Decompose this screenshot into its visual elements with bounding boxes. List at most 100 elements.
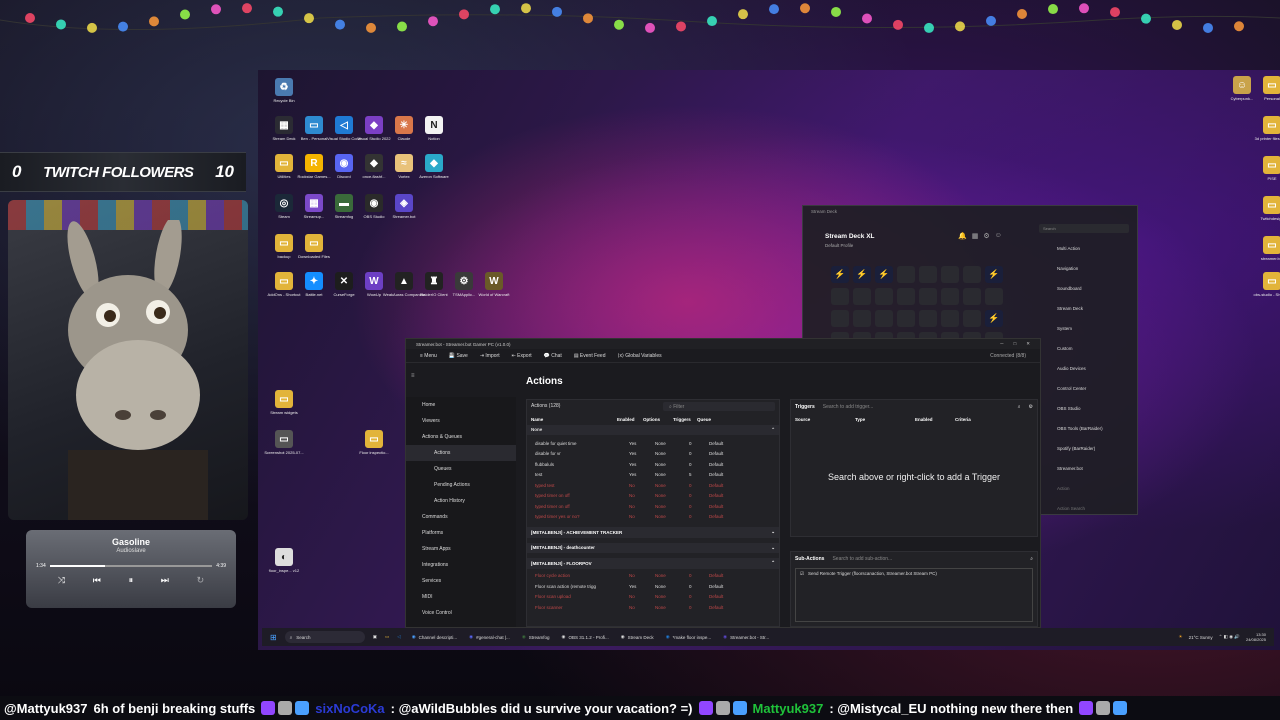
desktop-icon[interactable]: ▭ 3d printer files - S...: [1250, 116, 1280, 141]
column-header[interactable]: Options: [643, 417, 673, 422]
desktop-icon[interactable]: ▭ Floor inspectio...: [352, 430, 396, 455]
nav-item[interactable]: Queues: [406, 461, 516, 477]
column-header[interactable]: Type: [855, 417, 915, 422]
sd-key-empty[interactable]: [897, 310, 915, 327]
action-group[interactable]: [METALBENJI] - ACHIEVEMENT TRACKER ⌄: [527, 527, 779, 538]
bell-icon[interactable]: 🔔: [958, 232, 967, 240]
action-row[interactable]: typed timer on off No None 0 Default: [531, 501, 775, 512]
next-icon[interactable]: ⏭: [161, 575, 169, 586]
desktop-icon[interactable]: ▭ Personal: [1250, 76, 1280, 101]
action-row[interactable]: disable for vr Yes None 0 Default: [531, 449, 775, 460]
nav-item[interactable]: Pending Actions: [406, 477, 516, 493]
sd-category[interactable]: Action: [1039, 478, 1134, 498]
maximize-icon[interactable]: □: [1014, 341, 1017, 347]
nav-item[interactable]: Services: [406, 573, 516, 589]
desktop-icon[interactable]: ▭ Downloaded Files: [292, 234, 336, 259]
chevron-up-icon[interactable]: ⌃: [771, 560, 775, 566]
repeat-icon[interactable]: ↻: [197, 575, 205, 586]
desktop-icon[interactable]: N Notion: [412, 116, 456, 141]
gear-icon[interactable]: ⚙: [983, 232, 989, 240]
desktop-icon[interactable]: ◈ Streamer.bot: [382, 194, 426, 219]
windows-start-icon[interactable]: ⊞: [270, 633, 277, 642]
desktop-icon[interactable]: W World of Warcraft: [472, 272, 516, 297]
action-row[interactable]: typed test No None 0 Default: [531, 480, 775, 491]
sd-key-empty[interactable]: [963, 288, 981, 305]
nav-item[interactable]: Actions & Queues: [406, 429, 516, 445]
menu-item[interactable]: ⇤ Export: [512, 353, 532, 359]
sd-key-streamerbot[interactable]: ⚡: [985, 266, 1003, 283]
sd-key-empty[interactable]: [985, 288, 1003, 305]
sd-category[interactable]: Navigation: [1039, 258, 1134, 278]
sd-key-empty[interactable]: [875, 288, 893, 305]
action-row[interactable]: typed timer yes or no? No None 0 Default: [531, 512, 775, 523]
trigger-search-input[interactable]: Search to add trigger...: [823, 404, 1010, 410]
desktop-icon[interactable]: ♻ Recycle Bin: [262, 78, 306, 103]
desktop-icon[interactable]: ▭ PISE: [1250, 156, 1280, 181]
search-icon[interactable]: ⌕: [1018, 404, 1021, 410]
sd-category[interactable]: Audio Devices: [1039, 358, 1134, 378]
menu-item[interactable]: ⇥ Import: [480, 353, 500, 359]
subaction-search-input[interactable]: Search to add sub-action...: [832, 556, 1022, 562]
taskbar-app[interactable]: ◉ #general-chat |...: [466, 634, 513, 640]
sd-key-empty[interactable]: [963, 310, 981, 327]
nav-item[interactable]: Actions: [406, 445, 516, 461]
sd-key-empty[interactable]: [919, 288, 937, 305]
column-header[interactable]: Source: [795, 417, 855, 422]
shuffle-icon[interactable]: ⤨: [58, 575, 65, 586]
action-row[interactable]: Floor cycle action No None 0 Default: [531, 571, 775, 582]
sd-category[interactable]: OBS Studio: [1039, 398, 1134, 418]
taskbar-app[interactable]: ◉ Streamer.bot - Str...: [720, 634, 772, 640]
sd-key-streamerbot[interactable]: ⚡: [875, 266, 893, 283]
action-row[interactable]: disable for quiet time Yes None 0 Default: [531, 438, 775, 449]
column-header[interactable]: Criteria: [955, 417, 1015, 422]
nav-item[interactable]: MIDI: [406, 589, 516, 605]
chevron-down-icon[interactable]: ⌄: [771, 529, 775, 535]
chevron-up-icon[interactable]: ⌃: [771, 427, 775, 433]
action-row[interactable]: flubbaluls Yes None 0 Default: [531, 459, 775, 470]
nav-item[interactable]: Platforms: [406, 525, 516, 541]
action-row[interactable]: Floor scan action (remote trigg Yes None 0 D…: [531, 581, 775, 592]
sd-category[interactable]: Spotify (BarRaider): [1039, 438, 1134, 458]
sd-key-empty[interactable]: [941, 266, 959, 283]
action-row[interactable]: typed timer on off No None 0 Default: [531, 491, 775, 502]
action-group[interactable]: [METALBENJI] - FLOORPOV ⌃: [527, 558, 779, 569]
nav-item[interactable]: Stream Apps: [406, 541, 516, 557]
menu-item[interactable]: ≡ Menu: [420, 353, 437, 359]
nav-item[interactable]: Viewers: [406, 413, 516, 429]
sd-key-empty[interactable]: [919, 310, 937, 327]
menu-item[interactable]: 💬 Chat: [544, 353, 562, 359]
column-header[interactable]: Triggers: [673, 417, 697, 422]
desktop-icon[interactable]: ◆ Azeron Software: [412, 154, 456, 179]
group-none[interactable]: None ⌃: [527, 424, 779, 435]
menu-item[interactable]: ⟨x⟩ Global Variables: [618, 353, 662, 359]
taskbar-app[interactable]: ◉ Channel descripti...: [409, 634, 460, 640]
taskbar-app[interactable]: ◉ Stream Deck: [618, 634, 657, 640]
sd-category[interactable]: Control Center: [1039, 378, 1134, 398]
sd-key-streamerbot[interactable]: ⚡: [985, 310, 1003, 327]
desktop-icon[interactable]: ▭ Screenshot 2025-07...: [262, 430, 306, 455]
previous-icon[interactable]: ⏮: [93, 575, 101, 586]
desktop-icon[interactable]: ◐ floor_inspe... v12: [262, 548, 306, 573]
sd-search-input[interactable]: Search: [1039, 224, 1129, 233]
nav-item[interactable]: Home: [406, 397, 516, 413]
desktop-icon[interactable]: ▭ obs-studio - Shortcut: [1250, 272, 1280, 297]
menu-item[interactable]: ▤ Event Feed: [574, 353, 606, 359]
nav-item[interactable]: Integrations: [406, 557, 516, 573]
sd-key-empty[interactable]: [941, 288, 959, 305]
connection-status[interactable]: Connected (8/8): [990, 353, 1026, 359]
sd-key-empty[interactable]: [963, 266, 981, 283]
weather-icon[interactable]: ☀: [1179, 634, 1183, 640]
column-header[interactable]: Name: [531, 417, 617, 422]
menu-item[interactable]: 💾 Save: [449, 353, 468, 359]
sd-category[interactable]: OBS Tools (BarRaider): [1039, 418, 1134, 438]
taskbar-search[interactable]: ⌕ Search: [284, 631, 365, 643]
nav-item[interactable]: Commands: [406, 509, 516, 525]
sd-category[interactable]: Soundboard: [1039, 278, 1134, 298]
pause-icon[interactable]: ⏸: [129, 575, 134, 586]
nav-item[interactable]: Action History: [406, 493, 516, 509]
tray-icons[interactable]: ⌃ ◧ ◉ 🔊: [1219, 634, 1240, 640]
search-icon[interactable]: ⌕: [1030, 556, 1033, 562]
sd-key-empty[interactable]: [853, 288, 871, 305]
sd-key-empty[interactable]: [919, 266, 937, 283]
sd-category[interactable]: Custom: [1039, 338, 1134, 358]
